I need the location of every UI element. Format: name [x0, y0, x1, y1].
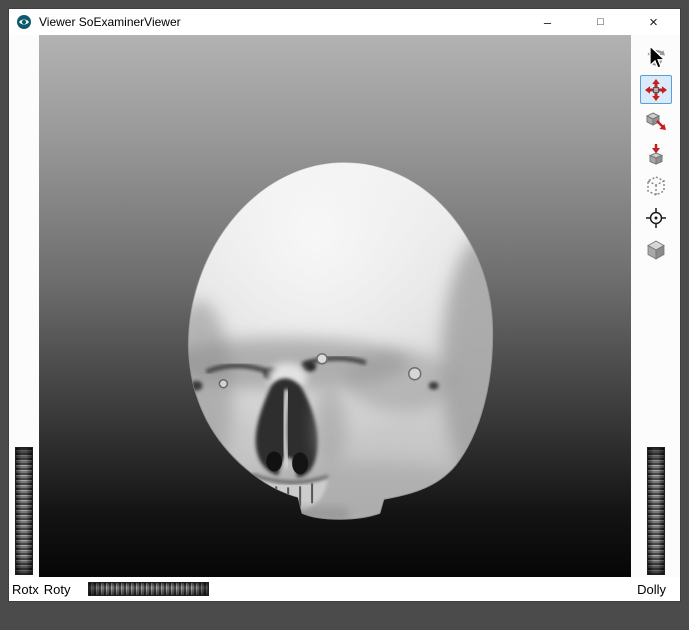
rotx-label: Rotx: [12, 582, 39, 597]
right-toolbar-strip: [631, 35, 680, 577]
window-title: Viewer SoExaminerViewer: [39, 15, 181, 29]
viewer-content: [9, 35, 680, 577]
rotate-arrow-icon: [644, 46, 668, 70]
left-decoration-strip: [9, 35, 39, 577]
bottom-bar: Rotx Roty Dolly: [9, 577, 680, 601]
skull-model: [39, 35, 631, 577]
maximize-button[interactable]: □: [574, 9, 627, 35]
roty-label: Roty: [44, 582, 71, 597]
dolly-label: Dolly: [637, 582, 666, 597]
viewer-window: Viewer SoExaminerViewer – □ ×: [8, 8, 681, 602]
cube-icon: [644, 238, 668, 262]
box-down-arrow-icon: [644, 142, 668, 166]
tool-bounding-box[interactable]: [640, 171, 672, 200]
four-way-arrows-icon: [644, 78, 668, 102]
tool-seek[interactable]: [640, 203, 672, 232]
title-bar[interactable]: Viewer SoExaminerViewer – □ ×: [9, 9, 680, 35]
app-icon: [16, 14, 32, 30]
rotx-thumbwheel[interactable]: [15, 447, 33, 575]
roty-thumbwheel[interactable]: [88, 582, 209, 596]
crosshair-icon: [644, 206, 668, 230]
caption-buttons: – □ ×: [521, 9, 680, 35]
tool-rotate-view[interactable]: [640, 43, 672, 72]
tool-examine[interactable]: [640, 75, 672, 104]
tool-set-home[interactable]: [640, 107, 672, 136]
minimize-button[interactable]: –: [521, 9, 574, 35]
tool-view-all[interactable]: [640, 139, 672, 168]
desktop-background: { "window": { "title": "Viewer SoExamine…: [0, 0, 689, 630]
box-diagonal-arrow-icon: [644, 110, 668, 134]
viewport-3d[interactable]: [39, 35, 631, 577]
close-button[interactable]: ×: [627, 9, 680, 35]
dashed-cube-icon: [644, 174, 668, 198]
tool-camera-type[interactable]: [640, 235, 672, 264]
dolly-thumbwheel[interactable]: [647, 447, 665, 575]
